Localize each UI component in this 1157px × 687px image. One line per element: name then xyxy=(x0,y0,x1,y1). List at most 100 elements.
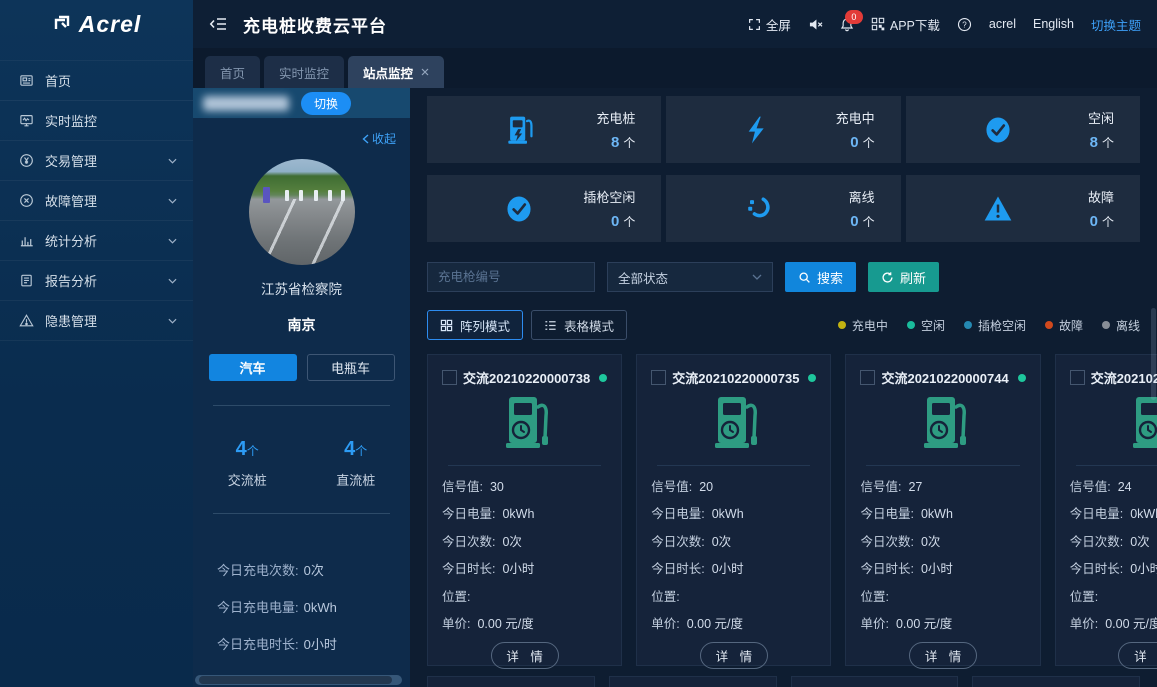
summary-meta: 故障 0个 xyxy=(1088,187,1114,231)
legend-label: 插枪空闲 xyxy=(978,317,1026,334)
detail-button[interactable]: 详 情 xyxy=(491,642,559,669)
energy-value: 0kWh xyxy=(712,507,744,521)
row-label: 今日次数: xyxy=(1070,535,1123,549)
app-download-button[interactable]: APP下载 xyxy=(871,15,940,34)
sidebar: Acrel 首页 实时监控 交易管理 故障管理 xyxy=(0,0,193,687)
card-checkbox[interactable] xyxy=(860,370,875,385)
tab-home[interactable]: 首页 xyxy=(205,56,260,88)
search-button[interactable]: 搜索 xyxy=(785,262,856,292)
collapse-sidebar-icon[interactable] xyxy=(209,16,227,32)
topbar-actions: 全屏 0 APP下载 ? acrel English 切换主题 xyxy=(748,15,1141,34)
charger-card-partial xyxy=(791,676,959,687)
vehicle-tab-car[interactable]: 汽车 xyxy=(209,354,297,381)
signal-value: 24 xyxy=(1118,480,1132,494)
tab-site-monitor[interactable]: 站点监控 xyxy=(348,56,444,88)
status-dot xyxy=(599,374,607,382)
charger-card-partial xyxy=(427,676,595,687)
station-city: 南京 xyxy=(193,315,410,335)
chevron-down-icon xyxy=(168,318,177,324)
sidebar-item-label: 故障管理 xyxy=(45,191,97,210)
chevron-down-icon xyxy=(168,238,177,244)
summary-card-offline: 离线 0个 xyxy=(666,175,900,242)
sidebar-item-statistics[interactable]: 统计分析 xyxy=(0,221,193,261)
status-dot xyxy=(1018,374,1026,382)
signal-value: 30 xyxy=(490,480,504,494)
summary-unit: 个 xyxy=(863,215,875,229)
sidebar-item-label: 统计分析 xyxy=(45,231,97,250)
card-checkbox[interactable] xyxy=(651,370,666,385)
summary-cards: 充电桩 8 个 充电中 0个 空闲 8个 xyxy=(427,96,1140,242)
table-mode-button[interactable]: 表格模式 xyxy=(531,310,627,340)
close-icon[interactable] xyxy=(421,68,429,76)
status-select[interactable]: 全部状态 xyxy=(607,262,773,292)
summary-value: 0 xyxy=(1090,213,1098,230)
row-label: 单价: xyxy=(860,617,888,631)
row-label: 今日时长: xyxy=(860,562,913,576)
language-switch[interactable]: English xyxy=(1033,17,1074,31)
summary-value: 0 xyxy=(850,134,858,151)
card-checkbox[interactable] xyxy=(1070,370,1085,385)
refresh-button[interactable]: 刷新 xyxy=(868,262,939,292)
charging-pile-icon xyxy=(651,395,816,453)
row-label: 单价: xyxy=(1070,617,1098,631)
lightning-icon xyxy=(742,113,772,147)
charging-post xyxy=(263,187,270,203)
divider xyxy=(213,513,390,514)
sidebar-item-faults[interactable]: 故障管理 xyxy=(0,181,193,221)
sidebar-item-reports[interactable]: 报告分析 xyxy=(0,261,193,301)
legend-charging: 充电中 xyxy=(838,317,888,334)
collapse-panel-link[interactable]: 收起 xyxy=(193,118,410,147)
fullscreen-button[interactable]: 全屏 xyxy=(748,15,791,34)
vertical-scrollbar-thumb[interactable] xyxy=(1151,308,1156,400)
detail-button[interactable]: 详 情 xyxy=(700,642,768,669)
sidebar-item-hazards[interactable]: 隐患管理 xyxy=(0,301,193,341)
row-label: 单价: xyxy=(651,617,679,631)
theme-switch-link[interactable]: 切换主题 xyxy=(1091,15,1141,34)
sidebar-item-transactions[interactable]: 交易管理 xyxy=(0,141,193,181)
legend-plugged-idle: 插枪空闲 xyxy=(964,317,1026,334)
horizontal-scrollbar-thumb[interactable] xyxy=(199,676,392,684)
station-name: 江苏省检察院 xyxy=(193,278,410,298)
summary-value: 8 xyxy=(1090,134,1098,151)
gun-number-input[interactable] xyxy=(427,262,595,292)
station-switcher: 切换 xyxy=(193,88,410,118)
summary-label: 充电桩 xyxy=(596,108,635,127)
sidebar-item-realtime-monitor[interactable]: 实时监控 xyxy=(0,101,193,141)
summary-value: 8 xyxy=(611,134,619,151)
username[interactable]: acrel xyxy=(989,17,1016,31)
charger-id: 交流20210220000735 xyxy=(672,368,799,387)
help-button[interactable]: ? xyxy=(957,17,972,32)
tab-realtime-monitor[interactable]: 实时监控 xyxy=(264,56,344,88)
station-photo xyxy=(249,159,355,265)
switch-station-button[interactable]: 切换 xyxy=(301,92,351,115)
sidebar-item-home[interactable]: 首页 xyxy=(0,60,193,101)
charging-post xyxy=(314,190,318,201)
card-checkbox[interactable] xyxy=(442,370,457,385)
dc-pile-count: 4个 直流桩 xyxy=(302,438,411,489)
legend-label: 故障 xyxy=(1059,317,1083,334)
legend-label: 离线 xyxy=(1116,317,1140,334)
warning-icon xyxy=(982,192,1014,226)
notifications-button[interactable]: 0 xyxy=(840,17,854,32)
legend-dot xyxy=(907,321,915,329)
charger-cards-grid: 交流20210220000738 信号值:30 今日电量:0kWh 今日次数:0… xyxy=(427,354,1140,666)
count-value: 0次 xyxy=(1130,535,1149,549)
stat-label: 今日充电次数: xyxy=(217,563,299,578)
summary-unit: 个 xyxy=(623,215,635,229)
detail-button[interactable]: 详 情 xyxy=(909,642,977,669)
array-mode-button[interactable]: 阵列模式 xyxy=(427,310,523,340)
summary-unit: 个 xyxy=(1102,215,1114,229)
divider xyxy=(448,465,601,466)
station-panel: 切换 收起 江苏省检察院 南京 汽车 电瓶车 4个 交流桩 xyxy=(193,88,410,687)
legend-dot xyxy=(1045,321,1053,329)
summary-meta: 插枪空闲 0个 xyxy=(583,187,635,231)
summary-card-charging: 充电中 0个 xyxy=(666,96,900,163)
charger-card: 交流20210220000744 信号值:27 今日电量:0kWh 今日次数:0… xyxy=(845,354,1040,666)
mute-button[interactable] xyxy=(808,18,823,31)
summary-meta: 空闲 8个 xyxy=(1088,108,1114,152)
detail-button[interactable]: 详 情 xyxy=(1118,642,1157,669)
status-dot xyxy=(808,374,816,382)
station-name-blurred xyxy=(203,96,289,111)
legend-fault: 故障 xyxy=(1045,317,1083,334)
vehicle-tab-ebike[interactable]: 电瓶车 xyxy=(307,354,395,381)
